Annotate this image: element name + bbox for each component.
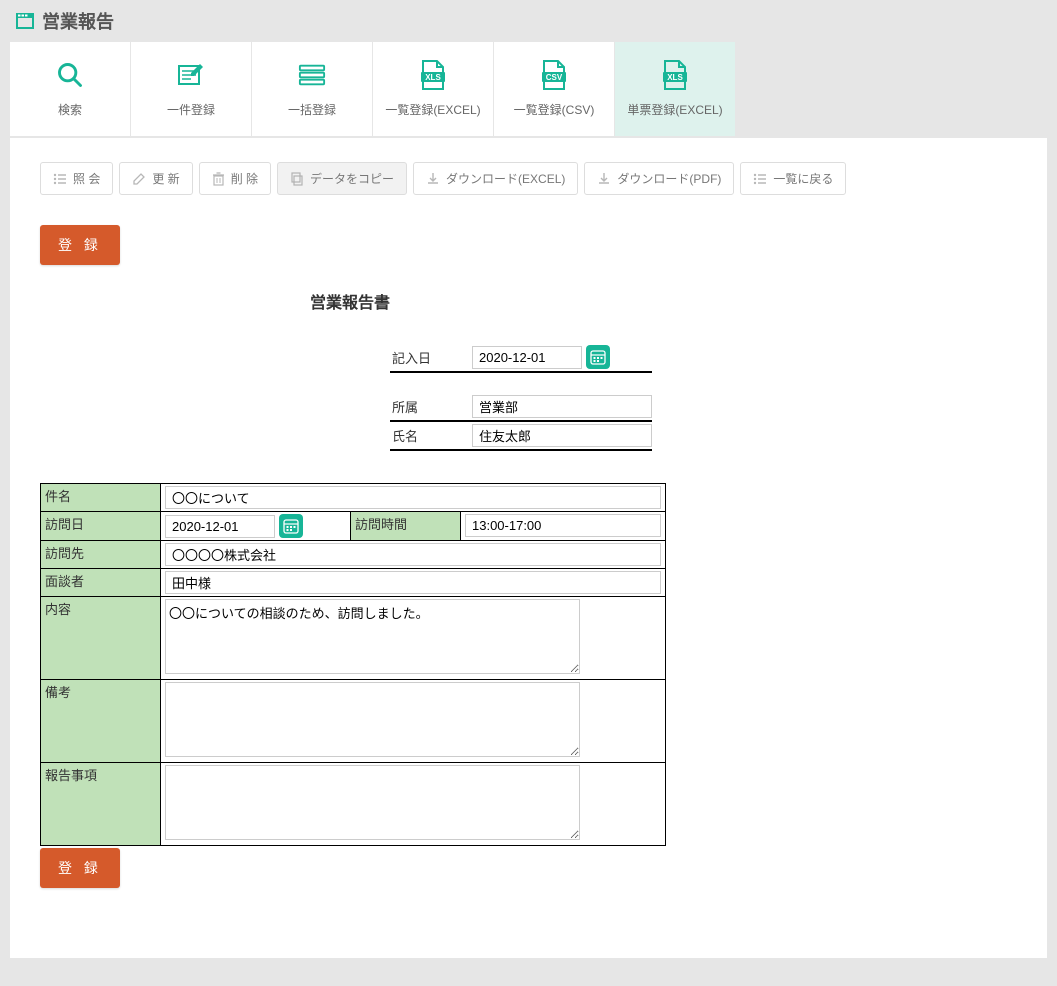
tab-label: 一覧登録(EXCEL): [385, 101, 480, 118]
dept-label: 所属: [390, 393, 472, 420]
interviewee-label: 面談者: [41, 569, 161, 597]
remarks-textarea[interactable]: [165, 682, 580, 757]
main-form-table: 件名 訪問日 訪問時間 訪問先: [40, 483, 666, 846]
register-button-bottom[interactable]: 登 録: [40, 848, 120, 888]
subject-input[interactable]: [165, 486, 661, 509]
visit-to-label: 訪問先: [41, 541, 161, 569]
form-title: 営業報告書: [40, 289, 660, 313]
visit-to-input[interactable]: [165, 543, 661, 566]
toolbar: 照 会 更 新 削 除 データをコピー ダウンロード(EXCEL) ダウンロード…: [40, 162, 1017, 195]
table-row: 面談者: [41, 569, 666, 597]
list-icon: [753, 172, 767, 186]
xls-file-icon: XLS: [419, 61, 447, 89]
download-icon: [426, 172, 440, 186]
visit-time-input[interactable]: [465, 514, 661, 537]
visit-date-input[interactable]: [165, 515, 275, 538]
button-label: ダウンロード(EXCEL): [446, 170, 565, 187]
button-label: 登 録: [58, 237, 102, 253]
button-label: 一覧に戻る: [773, 170, 833, 187]
delete-button[interactable]: 削 除: [199, 162, 271, 195]
form-area: 営業報告書 記入日 所属 氏名: [40, 289, 1017, 888]
button-label: 更 新: [152, 170, 179, 187]
csv-file-icon: CSV: [540, 61, 568, 89]
remarks-label: 備考: [41, 680, 161, 763]
page-title: 営業報告: [42, 8, 114, 34]
table-row: 内容: [41, 597, 666, 680]
tab-list-excel[interactable]: XLS 一覧登録(EXCEL): [373, 42, 493, 136]
button-label: データをコピー: [310, 170, 394, 187]
tab-form-excel[interactable]: XLS 単票登録(EXCEL): [615, 42, 735, 136]
table-row: 訪問先: [41, 541, 666, 569]
tab-single-register[interactable]: 一件登録: [131, 42, 251, 136]
calendar-icon[interactable]: [586, 345, 610, 369]
entry-date-input[interactable]: [472, 346, 582, 369]
pencil-icon: [132, 172, 146, 186]
page-header: 営業報告: [0, 0, 1057, 42]
meta-block: 記入日 所属 氏名: [390, 343, 652, 451]
inquiry-button[interactable]: 照 会: [40, 162, 113, 195]
tabs: 検索 一件登録 一括登録 XLS 一覧登録(EXCEL) CSV 一覧登録(CS…: [10, 42, 1047, 136]
name-input[interactable]: [472, 424, 652, 447]
visit-date-label: 訪問日: [41, 512, 161, 541]
name-label: 氏名: [390, 422, 472, 449]
content-label: 内容: [41, 597, 161, 680]
report-label: 報告事項: [41, 763, 161, 846]
tab-label: 検索: [58, 101, 82, 118]
register-button-top[interactable]: 登 録: [40, 225, 120, 265]
window-icon: [16, 13, 34, 29]
report-textarea[interactable]: [165, 765, 580, 840]
button-label: 照 会: [73, 170, 100, 187]
edit-icon: [177, 61, 205, 89]
svg-text:CSV: CSV: [546, 73, 563, 82]
content-panel: 照 会 更 新 削 除 データをコピー ダウンロード(EXCEL) ダウンロード…: [10, 138, 1047, 958]
back-to-list-button[interactable]: 一覧に戻る: [740, 162, 846, 195]
copy-icon: [290, 172, 304, 186]
tab-label: 一括登録: [288, 101, 336, 118]
xls-file-icon: XLS: [661, 61, 689, 89]
download-icon: [597, 172, 611, 186]
svg-text:XLS: XLS: [667, 73, 683, 82]
interviewee-input[interactable]: [165, 571, 661, 594]
download-excel-button[interactable]: ダウンロード(EXCEL): [413, 162, 578, 195]
content-textarea[interactable]: [165, 599, 580, 674]
entry-date-label: 記入日: [390, 344, 472, 371]
table-row: 訪問日 訪問時間: [41, 512, 666, 541]
subject-label: 件名: [41, 484, 161, 512]
tab-list-csv[interactable]: CSV 一覧登録(CSV): [494, 42, 614, 136]
update-button[interactable]: 更 新: [119, 162, 192, 195]
table-row: 件名: [41, 484, 666, 512]
trash-icon: [212, 172, 225, 186]
tab-label: 一覧登録(CSV): [514, 101, 595, 118]
list-icon: [53, 172, 67, 186]
svg-text:XLS: XLS: [425, 73, 441, 82]
table-row: 備考: [41, 680, 666, 763]
dept-input[interactable]: [472, 395, 652, 418]
calendar-icon[interactable]: [279, 514, 303, 538]
button-label: 削 除: [231, 170, 258, 187]
button-label: ダウンロード(PDF): [617, 170, 721, 187]
tab-label: 一件登録: [167, 101, 215, 118]
table-row: 報告事項: [41, 763, 666, 846]
tab-bulk-register[interactable]: 一括登録: [252, 42, 372, 136]
button-label: 登 録: [58, 860, 102, 876]
copy-data-button[interactable]: データをコピー: [277, 162, 407, 195]
download-pdf-button[interactable]: ダウンロード(PDF): [584, 162, 734, 195]
stack-icon: [298, 61, 326, 89]
tab-label: 単票登録(EXCEL): [627, 101, 722, 118]
search-icon: [56, 61, 84, 89]
visit-time-label: 訪問時間: [351, 512, 461, 541]
tab-search[interactable]: 検索: [10, 42, 130, 136]
